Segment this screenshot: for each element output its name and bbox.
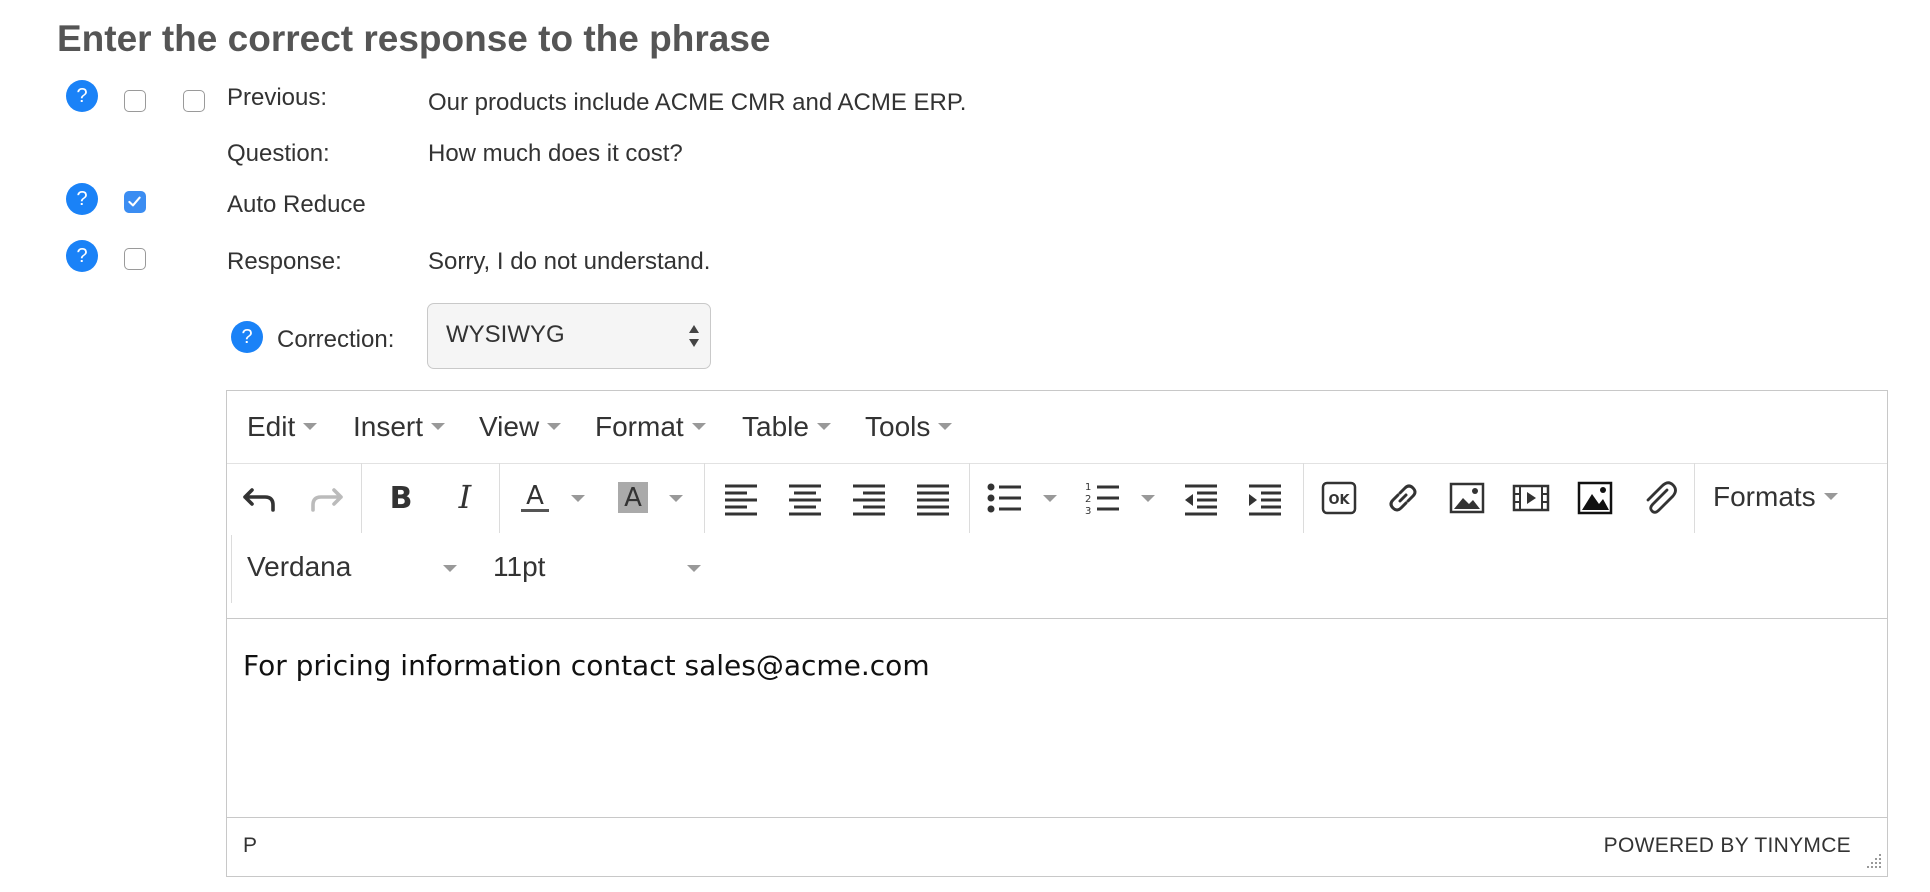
correction-label: Correction: xyxy=(277,326,395,353)
align-center-icon[interactable] xyxy=(783,476,827,520)
response-checkbox[interactable] xyxy=(124,248,146,270)
branding-link[interactable]: POWERED BY TINYMCE xyxy=(1604,834,1851,858)
menu-tools[interactable]: Tools xyxy=(865,411,953,443)
previous-label: Previous: xyxy=(227,84,328,111)
align-justify-icon[interactable] xyxy=(911,476,955,520)
previous-value: Our products include ACME CMR and ACME E… xyxy=(428,89,967,116)
text-color-icon[interactable]: A xyxy=(513,476,557,520)
correction-mode-select[interactable]: WYSIWYG xyxy=(427,303,711,369)
font-family-select[interactable]: Verdana xyxy=(247,551,351,583)
link-icon[interactable] xyxy=(1381,476,1425,520)
response-value: Sorry, I do not understand. xyxy=(428,248,711,275)
svg-text:A: A xyxy=(624,483,642,513)
editor-menubar: Edit Insert View Format Table Tools xyxy=(227,391,1887,464)
indent-icon[interactable] xyxy=(1243,476,1287,520)
svg-text:B: B xyxy=(390,481,413,516)
check-icon xyxy=(128,196,141,207)
align-right-icon[interactable] xyxy=(847,476,891,520)
help-icon[interactable]: ? xyxy=(66,183,98,215)
svg-text:3: 3 xyxy=(1085,506,1091,517)
redo-icon[interactable] xyxy=(303,476,347,520)
outdent-icon[interactable] xyxy=(1179,476,1223,520)
menu-insert[interactable]: Insert xyxy=(353,411,446,443)
image-icon[interactable] xyxy=(1445,476,1489,520)
chevron-down-icon xyxy=(691,423,706,431)
resize-handle-icon[interactable] xyxy=(1861,850,1883,872)
chevron-down-icon xyxy=(431,423,446,431)
question-label: Question: xyxy=(227,140,330,167)
font-size-select[interactable]: 11pt xyxy=(493,551,545,583)
help-icon[interactable]: ? xyxy=(66,80,98,112)
chevron-down-icon xyxy=(938,423,953,431)
editor-content[interactable]: For pricing information contact sales@ac… xyxy=(243,649,930,682)
rich-text-editor: Edit Insert View Format Table Tools B I xyxy=(226,390,1888,877)
align-left-icon[interactable] xyxy=(719,476,763,520)
page-title: Enter the correct response to the phrase xyxy=(57,18,771,59)
chevron-down-icon xyxy=(1823,493,1838,501)
numbered-list-icon[interactable]: 123 xyxy=(1081,476,1125,520)
media-icon[interactable] xyxy=(1509,476,1553,520)
svg-text:OK: OK xyxy=(1328,493,1350,508)
chevron-down-icon[interactable] xyxy=(571,495,585,502)
select-arrows-icon xyxy=(689,325,699,347)
auto-reduce-label: Auto Reduce xyxy=(227,191,366,218)
ok-icon[interactable]: OK xyxy=(1317,476,1361,520)
previous-checkbox-a[interactable] xyxy=(124,90,146,112)
undo-icon[interactable] xyxy=(239,476,283,520)
formats-dropdown[interactable]: Formats xyxy=(1713,481,1838,513)
svg-text:I: I xyxy=(458,478,473,516)
italic-icon[interactable]: I xyxy=(443,476,487,520)
editor-toolbar: B I A A 1 2 3 OK Formats Verdana 11pt xyxy=(227,463,1887,619)
attachment-icon[interactable] xyxy=(1637,476,1681,520)
svg-text:1: 1 xyxy=(1085,482,1091,493)
chevron-down-icon[interactable] xyxy=(669,495,683,502)
response-label: Response: xyxy=(227,248,342,275)
help-icon[interactable]: ? xyxy=(66,240,98,272)
chevron-down-icon xyxy=(303,423,318,431)
menu-view[interactable]: View xyxy=(479,411,562,443)
svg-text:2: 2 xyxy=(1085,494,1091,505)
chevron-down-icon[interactable] xyxy=(1141,495,1155,502)
editor-statusbar: P POWERED BY TINYMCE xyxy=(227,817,1887,876)
background-color-icon[interactable]: A xyxy=(611,476,655,520)
svg-text:A: A xyxy=(526,481,544,511)
bullet-list-icon[interactable] xyxy=(983,476,1027,520)
chevron-down-icon[interactable] xyxy=(443,565,457,572)
chevron-down-icon[interactable] xyxy=(1043,495,1057,502)
menu-format[interactable]: Format xyxy=(595,411,706,443)
menu-table[interactable]: Table xyxy=(742,411,831,443)
chevron-down-icon[interactable] xyxy=(687,565,701,572)
correction-mode-value: WYSIWYG xyxy=(446,321,565,348)
previous-checkbox-b[interactable] xyxy=(183,90,205,112)
chevron-down-icon xyxy=(816,423,831,431)
help-icon[interactable]: ? xyxy=(231,321,263,353)
question-value: How much does it cost? xyxy=(428,140,683,167)
bold-icon[interactable]: B xyxy=(379,476,423,520)
menu-edit[interactable]: Edit xyxy=(247,411,318,443)
element-path[interactable]: P xyxy=(243,834,257,858)
chevron-down-icon xyxy=(547,423,562,431)
auto-reduce-checkbox[interactable] xyxy=(124,191,146,213)
image-dark-icon[interactable] xyxy=(1573,476,1617,520)
